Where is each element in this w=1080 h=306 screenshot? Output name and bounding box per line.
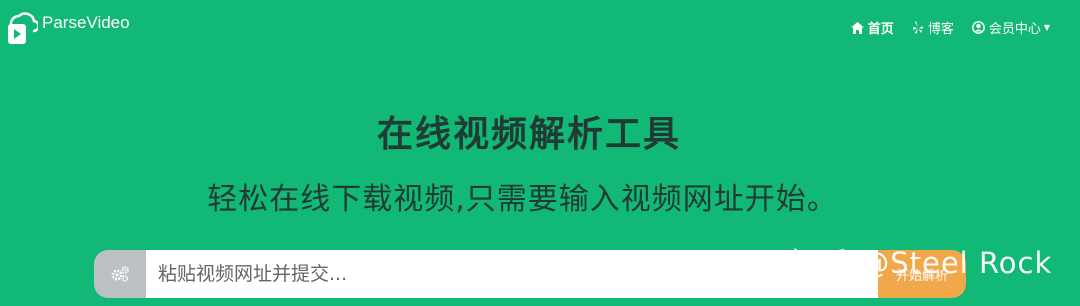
video-cloud-logo-icon bbox=[8, 12, 38, 44]
page-title: 在线视频解析工具 bbox=[376, 114, 681, 155]
watermark-text: 知乎 @Steel Rock bbox=[790, 246, 1053, 280]
yelp-icon bbox=[912, 21, 923, 34]
navbar: ParseVideo 首页 博客 会员中心 ▼ bbox=[0, 0, 1080, 56]
page-subtitle: 轻松在线下载视频,只需要输入视频网址开始。 bbox=[207, 182, 838, 217]
chevron-down-icon: ▼ bbox=[1043, 23, 1050, 32]
nav-item-blog[interactable]: 博客 bbox=[912, 18, 954, 37]
nav-item-member-center[interactable]: 会员中心 ▼ bbox=[971, 18, 1050, 37]
home-icon bbox=[850, 21, 864, 34]
brand-name: ParseVideo bbox=[42, 13, 130, 32]
search-addon bbox=[94, 250, 146, 298]
nav-home-label: 首页 bbox=[867, 22, 894, 37]
nav-item-home[interactable]: 首页 bbox=[850, 18, 894, 37]
user-circle-icon bbox=[971, 21, 985, 34]
video-url-input[interactable] bbox=[146, 250, 878, 298]
brand[interactable]: ParseVideo bbox=[4, 8, 130, 48]
main-nav: 首页 博客 会员中心 ▼ bbox=[833, 18, 1050, 37]
nav-blog-label: 博客 bbox=[927, 22, 954, 37]
gears-icon bbox=[111, 266, 129, 282]
nav-member-label: 会员中心 bbox=[988, 22, 1041, 37]
